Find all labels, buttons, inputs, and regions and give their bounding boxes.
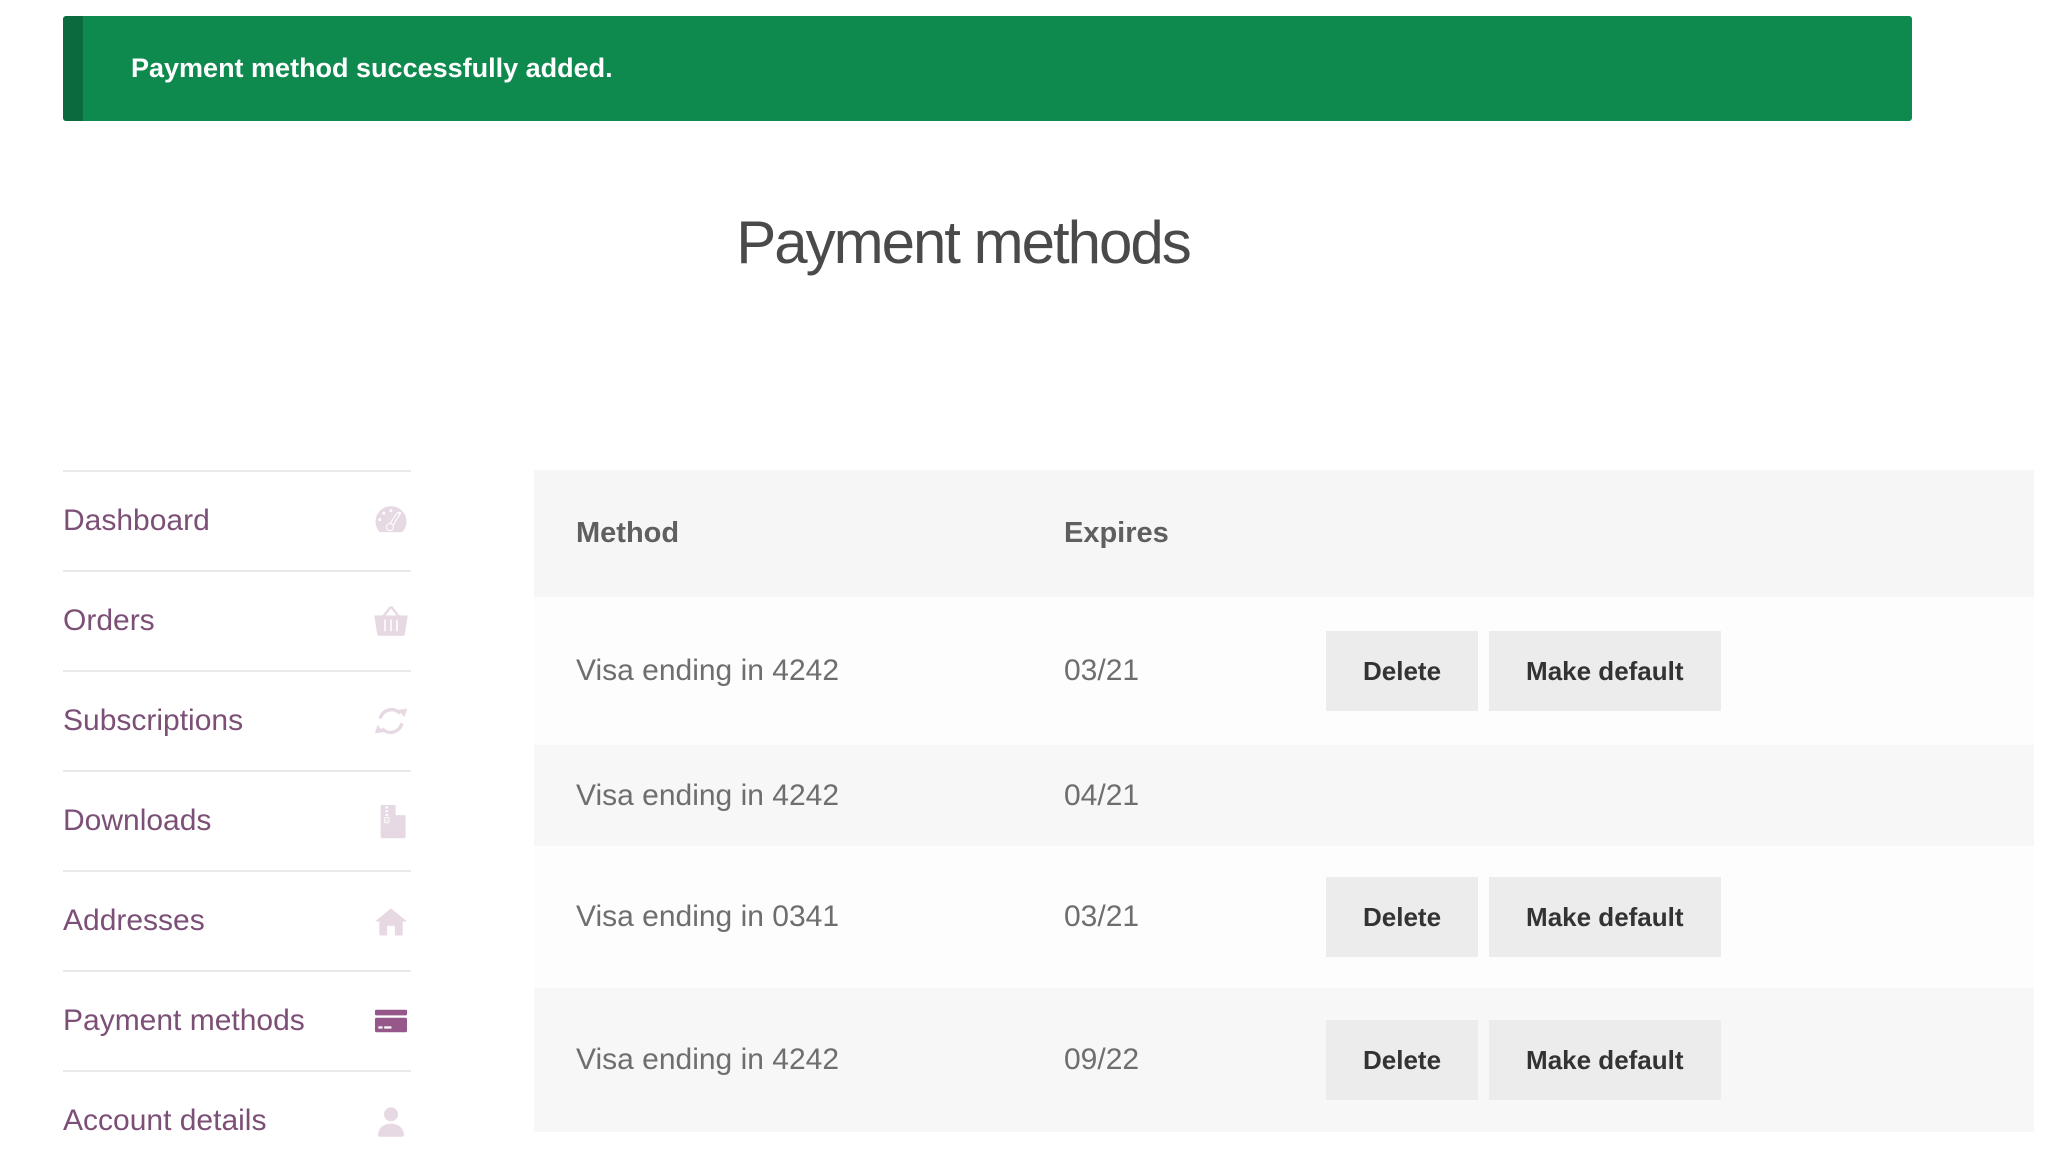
home-icon <box>371 901 411 941</box>
row-actions: Delete Make default <box>1326 877 2034 957</box>
credit-card-icon <box>371 1001 411 1041</box>
success-banner: Payment method successfully added. <box>63 16 1912 121</box>
payment-methods-table: Method Expires Visa ending in 4242 03/21… <box>534 470 2034 1132</box>
sidebar-item-dashboard[interactable]: Dashboard <box>63 470 411 570</box>
table-row: Visa ending in 4242 09/22 Delete Make de… <box>534 988 2034 1132</box>
expires-cell: 03/21 <box>1064 900 1140 933</box>
sync-icon <box>371 701 411 741</box>
sidebar-item-label: Addresses <box>63 904 205 937</box>
expires-cell: 09/22 <box>1064 1043 1140 1076</box>
sidebar-item-addresses[interactable]: Addresses <box>63 870 411 970</box>
row-actions: Delete Make default <box>1326 631 2034 711</box>
sidebar-item-label: Subscriptions <box>63 704 244 737</box>
sidebar-item-label: Orders <box>63 604 155 637</box>
table-row: Visa ending in 4242 03/21 Delete Make de… <box>534 597 2034 745</box>
expires-cell: 03/21 <box>1064 654 1140 687</box>
column-header-expires: Expires <box>1064 517 1169 549</box>
column-header-method: Method <box>576 517 680 549</box>
delete-button[interactable]: Delete <box>1326 1020 1479 1100</box>
user-icon <box>371 1101 411 1141</box>
sidebar-item-label: Payment methods <box>63 1004 305 1037</box>
sidebar-item-subscriptions[interactable]: Subscriptions <box>63 670 411 770</box>
payment-method-cell: Visa ending in 4242 <box>576 1043 839 1076</box>
table-header-row: Method Expires <box>534 470 2034 597</box>
shopping-basket-icon <box>371 601 411 641</box>
delete-button[interactable]: Delete <box>1326 877 1479 957</box>
sidebar-item-payment-methods[interactable]: Payment methods <box>63 970 411 1070</box>
table-row: Visa ending in 4242 04/21 <box>534 745 2034 846</box>
payment-method-cell: Visa ending in 4242 <box>576 654 839 687</box>
sidebar-item-label: Dashboard <box>63 504 210 537</box>
make-default-button[interactable]: Make default <box>1489 1020 1721 1100</box>
payment-method-cell: Visa ending in 4242 <box>576 778 839 812</box>
row-actions: Delete Make default <box>1326 1020 2034 1100</box>
expires-cell: 04/21 <box>1064 778 1140 812</box>
sidebar-item-orders[interactable]: Orders <box>63 570 411 670</box>
table-row: Visa ending in 0341 03/21 Delete Make de… <box>534 846 2034 988</box>
make-default-button[interactable]: Make default <box>1489 631 1721 711</box>
dashboard-gauge-icon <box>371 501 411 541</box>
account-sidebar-nav: Dashboard Orders Subscriptions Downloads… <box>63 470 411 1170</box>
file-archive-icon <box>371 801 411 841</box>
sidebar-item-label: Downloads <box>63 804 212 837</box>
page-title: Payment methods <box>736 209 1192 276</box>
make-default-button[interactable]: Make default <box>1489 877 1721 957</box>
sidebar-item-label: Account details <box>63 1104 267 1137</box>
delete-button[interactable]: Delete <box>1326 631 1479 711</box>
success-banner-message: Payment method successfully added. <box>131 53 613 83</box>
payment-method-cell: Visa ending in 0341 <box>576 900 839 933</box>
sidebar-item-account-details[interactable]: Account details <box>63 1070 411 1170</box>
sidebar-item-downloads[interactable]: Downloads <box>63 770 411 870</box>
